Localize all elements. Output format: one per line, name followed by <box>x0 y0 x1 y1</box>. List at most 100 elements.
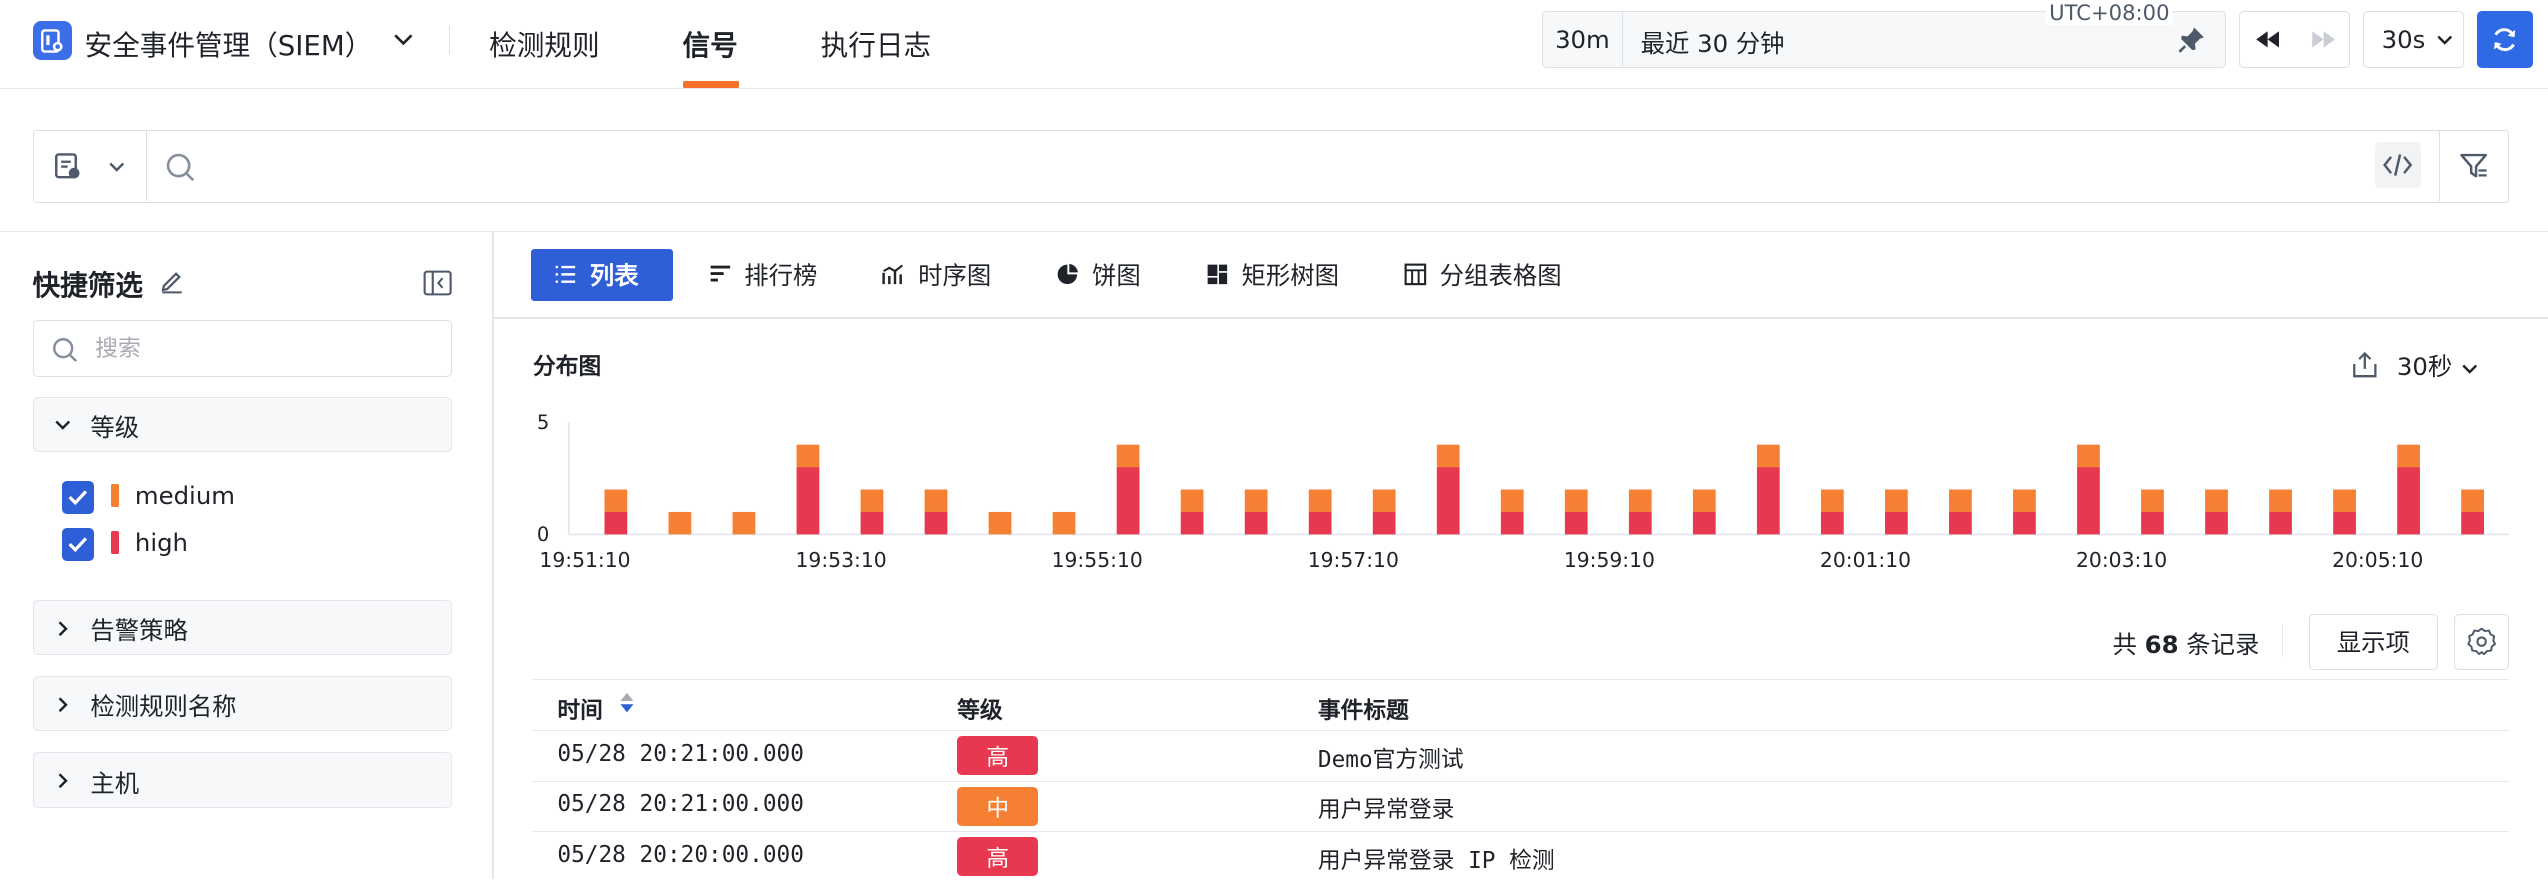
gear-icon <box>2467 627 2496 656</box>
checkbox[interactable] <box>61 528 95 561</box>
filter-icon[interactable] <box>2438 131 2509 201</box>
view-tab-label: 列表 <box>589 261 639 291</box>
code-mode-icon[interactable] <box>2375 142 2421 188</box>
filter-group-label: 检测规则名称 <box>90 692 237 722</box>
document-icon <box>55 153 80 179</box>
distribution-chart: 5 019:51:10 19:53:10 19:55:10 19:57:10 19:59:… <box>537 411 2509 572</box>
event-title[interactable]: 用户异常登录 <box>1318 791 1455 824</box>
bar-medium-segment <box>2269 489 2292 513</box>
export-icon[interactable] <box>2351 351 2379 386</box>
bar-medium-segment <box>2461 489 2484 513</box>
fast-forward-icon[interactable] <box>2296 12 2351 66</box>
bar-high-segment <box>860 512 884 535</box>
tab-signals[interactable]: 信号 <box>683 23 738 63</box>
time-short-label[interactable]: 30m <box>1543 12 1623 66</box>
y-tick-label: 0 <box>537 523 549 546</box>
table-row[interactable]: 05/28 20:21:00.000 中 用户异常登录 <box>533 782 2509 832</box>
level-option-label: high <box>134 528 188 558</box>
bar-high-segment <box>1372 512 1396 535</box>
view-tab-group-table[interactable]: 分组表格图 <box>1381 249 1584 301</box>
bar-medium-segment <box>2013 489 2036 513</box>
bar-medium-segment <box>860 489 884 513</box>
refresh-interval-select[interactable]: 30s <box>2362 11 2464 69</box>
view-tab-list[interactable]: 列表 <box>531 248 673 301</box>
bar-medium-segment <box>2397 444 2420 468</box>
interval-select[interactable]: 30秒 <box>2397 348 2452 383</box>
chevron-down-icon <box>2437 35 2453 45</box>
query-mode-select[interactable] <box>34 131 148 201</box>
event-title[interactable]: Demo官方测试 <box>1318 741 1464 774</box>
column-header-level[interactable]: 等级 <box>957 692 1003 725</box>
bar-high-segment <box>2205 512 2228 535</box>
total-records: 共 68 条记录 <box>2113 626 2260 661</box>
header-divider <box>448 26 451 54</box>
bar-medium-segment <box>988 512 1012 535</box>
rewind-icon[interactable] <box>2240 12 2295 66</box>
chevron-down-icon[interactable] <box>392 28 415 58</box>
column-header-time[interactable]: 时间 <box>557 692 603 725</box>
time-range-label[interactable]: 最近 30 分钟 <box>1641 25 1785 60</box>
chevron-right-icon <box>58 620 68 636</box>
bar-medium-segment <box>1820 489 1844 513</box>
view-tab-ranking[interactable]: 排行榜 <box>686 249 840 301</box>
chevron-down-icon[interactable] <box>2460 356 2480 386</box>
filter-group-label: 等级 <box>90 412 140 442</box>
filter-group-level[interactable]: 等级 <box>32 396 452 452</box>
filter-group-label: 主机 <box>90 768 140 798</box>
x-tick-label: 19:57:10 <box>1308 548 1399 572</box>
bar-medium-segment <box>1436 444 1460 468</box>
bar-medium-segment <box>1628 489 1652 513</box>
bar-medium-segment <box>1372 489 1396 513</box>
settings-button[interactable] <box>2453 614 2509 670</box>
sort-icon[interactable] <box>618 688 636 724</box>
distribution-title: 分布图 <box>533 353 602 380</box>
view-tabs-divider <box>494 316 2548 319</box>
column-header-title[interactable]: 事件标题 <box>1318 692 1409 725</box>
bar-medium-segment <box>604 489 628 513</box>
bar-high-segment <box>604 512 628 535</box>
view-tab-treemap[interactable]: 矩形树图 <box>1183 249 1362 301</box>
x-tick-label: 19:55:10 <box>1052 548 1143 572</box>
siem-app-icon <box>32 21 72 61</box>
filter-group-alert-policy[interactable]: 告警策略 <box>32 599 452 655</box>
x-tick-label: 20:03:10 <box>2076 548 2167 572</box>
edit-icon[interactable] <box>159 268 185 301</box>
table-row[interactable]: 05/28 20:21:00.000 高 Demo官方测试 <box>533 731 2509 782</box>
tab-execution-log[interactable]: 执行日志 <box>821 23 931 63</box>
checkbox[interactable] <box>61 481 95 514</box>
level-badge: 高 <box>957 736 1039 776</box>
pie-icon <box>1057 264 1079 285</box>
sidebar-search-input[interactable] <box>95 330 421 367</box>
ranking-icon <box>710 265 730 282</box>
query-bar <box>32 130 2509 204</box>
pin-icon[interactable] <box>2177 25 2206 61</box>
x-tick-label: 20:05:10 <box>2332 548 2423 572</box>
bar-medium-segment <box>1052 512 1076 535</box>
group-table-icon <box>1404 263 1427 286</box>
filter-group-rule-name[interactable]: 检测规则名称 <box>32 676 452 732</box>
bar-high-segment <box>1885 512 1908 535</box>
event-title[interactable]: 用户异常登录 IP 检测 <box>1318 842 1555 875</box>
tab-detection-rules[interactable]: 检测规则 <box>489 23 599 63</box>
x-tick-label: 19:53:10 <box>796 548 887 572</box>
bar-high-segment <box>1756 467 1780 535</box>
view-tab-pie[interactable]: 饼图 <box>1034 249 1164 301</box>
table-row[interactable]: 05/28 20:20:00.000 高 用户异常登录 IP 检测 <box>533 832 2509 880</box>
bar-medium-segment <box>668 512 692 535</box>
filter-group-host[interactable]: 主机 <box>32 752 452 808</box>
bar-medium-segment <box>1500 489 1524 513</box>
columns-button[interactable]: 显示项 <box>2309 614 2438 670</box>
x-tick-label: 19:59:10 <box>1564 548 1655 572</box>
view-tab-timeseries[interactable]: 时序图 <box>860 249 1014 301</box>
x-tick-label: 20:01:10 <box>1820 548 1911 572</box>
view-tab-label: 饼图 <box>1092 261 1141 291</box>
bar-medium-segment <box>2077 444 2100 468</box>
refresh-button[interactable] <box>2476 11 2534 69</box>
timezone-label: UTC+08:00 <box>2045 0 2173 25</box>
query-input[interactable] <box>212 147 2325 187</box>
bar-high-segment <box>2333 512 2356 535</box>
app-title[interactable]: 安全事件管理（SIEM） <box>85 23 373 63</box>
bar-high-segment <box>1692 512 1716 535</box>
collapse-sidebar-icon[interactable] <box>423 270 452 303</box>
filter-group-label: 告警策略 <box>90 616 188 645</box>
